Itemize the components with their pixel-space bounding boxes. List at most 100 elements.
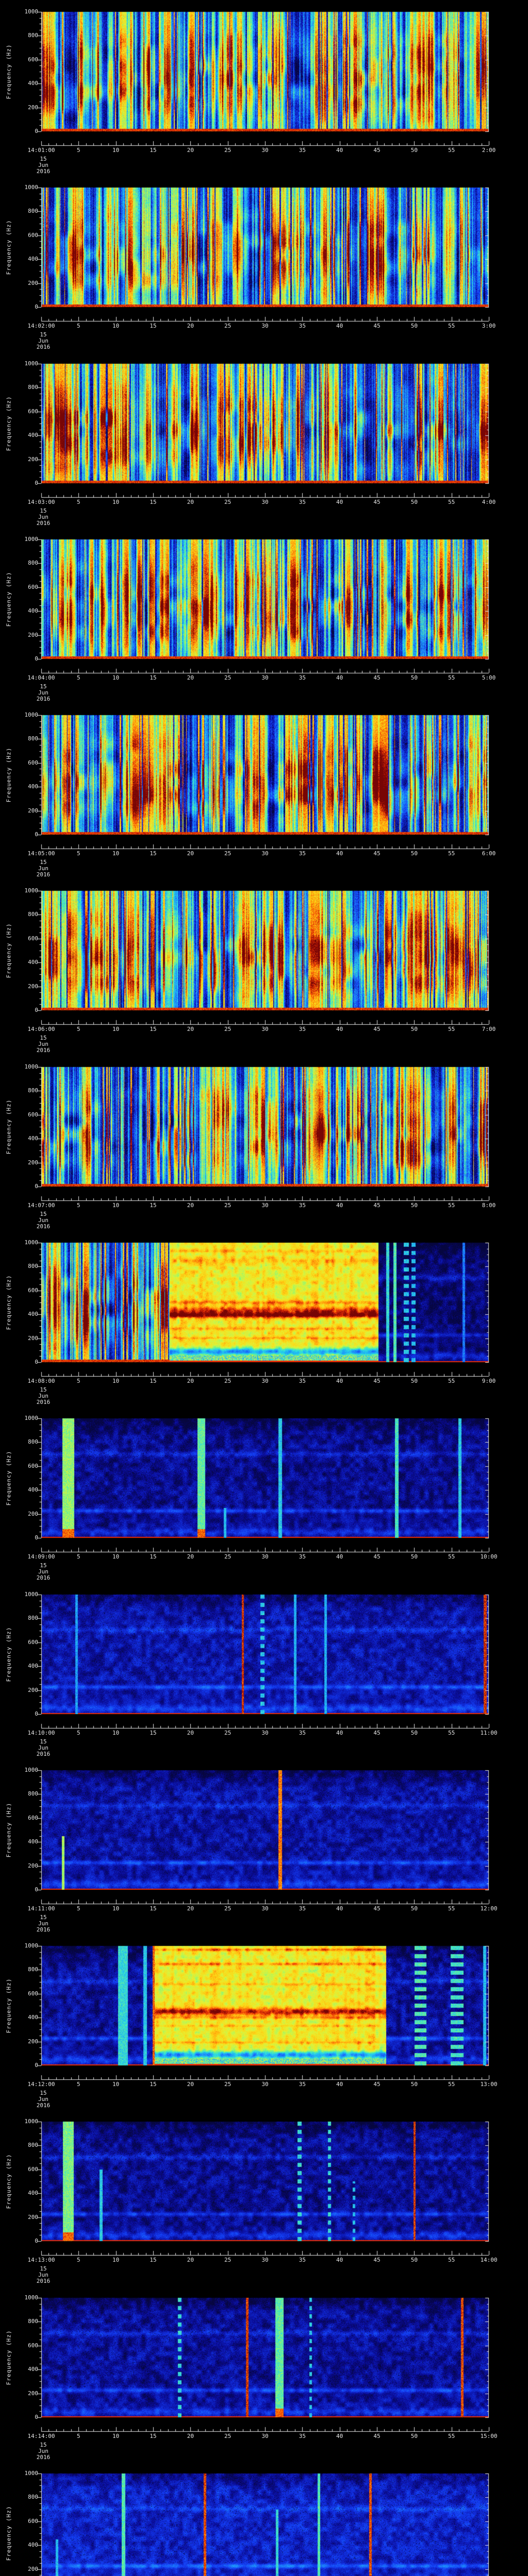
y-tick-label: 0 [35, 655, 38, 662]
x-tick-label: 10 [112, 1730, 120, 1736]
x-tick-label: 40 [336, 323, 343, 329]
x-start-time-label: 14:07:00 [27, 1202, 55, 1209]
x-start-time-label: 14:12:00 [27, 2081, 55, 2088]
y-tick-label: 1000 [24, 1063, 39, 1070]
x-tick-label: 15 [150, 1202, 157, 1209]
y-tick-label: 0 [35, 2238, 38, 2244]
x-tick-label: 25 [224, 2257, 232, 2263]
x-tick-label: 35 [299, 850, 306, 857]
y-tick-label: 600 [28, 935, 38, 942]
x-tick-label: 20 [187, 2257, 194, 2263]
spectrogram-panel: Frequency (Hz) 1000 800 600 400 200 0 14:13:0… [0, 2110, 528, 2286]
x-start-time-label: 14:02:00 [27, 323, 55, 329]
x-tick-label: 45 [373, 499, 381, 505]
x-tick-label: 15 [150, 1553, 157, 1560]
frequency-axis-title: Frequency (Hz) [5, 2505, 12, 2561]
x-tick-label: 25 [224, 323, 232, 329]
x-end-time-label: 12:00 [480, 1905, 498, 1912]
y-tick-label: 1000 [24, 1767, 39, 1773]
frequency-axis-title: Frequency (Hz) [5, 1802, 12, 1858]
x-end-time-label: 6:00 [482, 850, 496, 857]
x-tick-label: 55 [448, 2257, 455, 2263]
x-tick-label: 35 [299, 1026, 306, 1032]
x-tick-label: 35 [299, 147, 306, 154]
x-tick-label: 35 [299, 1730, 306, 1736]
x-tick-label: 10 [112, 2433, 120, 2439]
y-tick-label: 800 [28, 1087, 38, 1094]
x-tick-label: 50 [410, 674, 418, 681]
x-tick-label: 35 [299, 674, 306, 681]
y-tick-label: 0 [35, 1710, 38, 1717]
x-tick-label: 5 [77, 499, 80, 505]
date-line-label: 2016 [36, 2278, 51, 2284]
frequency-axis-title: Frequency (Hz) [5, 1450, 12, 1506]
x-tick-label: 55 [448, 323, 455, 329]
x-tick-label: 25 [224, 499, 232, 505]
x-tick-label: 45 [373, 2257, 381, 2263]
x-tick-label: 30 [261, 674, 269, 681]
x-tick-label: 35 [299, 499, 306, 505]
x-tick-label: 15 [150, 2081, 157, 2088]
x-tick-label: 30 [261, 1026, 269, 1032]
y-tick-label: 600 [28, 56, 38, 63]
x-tick-label: 20 [187, 850, 194, 857]
spectrogram-panel: Frequency (Hz) 1000 800 600 400 200 0 14:11:0… [0, 1758, 528, 1935]
x-tick-label: 15 [150, 850, 157, 857]
x-tick-label: 15 [150, 1730, 157, 1736]
x-start-time-label: 14:08:00 [27, 1378, 55, 1384]
x-tick-label: 20 [187, 323, 194, 329]
x-end-time-label: 14:00 [480, 2257, 498, 2263]
y-tick-label: 1000 [24, 8, 39, 15]
x-tick-label: 10 [112, 1553, 120, 1560]
x-tick-label: 35 [299, 1202, 306, 1209]
x-start-time-label: 14:10:00 [27, 1730, 55, 1736]
y-tick-label: 400 [28, 2014, 38, 2021]
x-tick-label: 10 [112, 1202, 120, 1209]
x-tick-label: 5 [77, 1905, 80, 1912]
x-start-time-label: 14:01:00 [27, 147, 55, 154]
x-tick-label: 35 [299, 1378, 306, 1384]
spectrogram-panel: Frequency (Hz) 1000 800 600 400 200 0 14:10:0… [0, 1583, 528, 1759]
y-tick-label: 800 [28, 2494, 38, 2501]
x-start-time-label: 14:11:00 [27, 1905, 55, 1912]
x-start-time-label: 14:13:00 [27, 2257, 55, 2263]
y-tick-label: 200 [28, 631, 38, 638]
x-tick-label: 5 [77, 2257, 80, 2263]
x-tick-label: 15 [150, 499, 157, 505]
spectrogram-panel: Frequency (Hz) 1000 800 600 400 200 0 14:03:0… [0, 352, 528, 528]
x-tick-label: 25 [224, 1378, 232, 1384]
y-tick-label: 0 [35, 128, 38, 134]
x-tick-label: 50 [410, 2081, 418, 2088]
x-tick-label: 50 [410, 2433, 418, 2439]
y-tick-label: 400 [28, 256, 38, 263]
x-tick-label: 50 [410, 1553, 418, 1560]
y-tick-label: 800 [28, 1263, 38, 1270]
y-tick-label: 0 [35, 2414, 38, 2420]
y-tick-label: 200 [28, 982, 38, 990]
x-tick-label: 40 [336, 1202, 343, 1209]
x-end-time-label: 11:00 [480, 1730, 498, 1736]
y-tick-label: 600 [28, 1111, 38, 1118]
y-tick-label: 400 [28, 1135, 38, 1142]
y-tick-label: 400 [28, 2541, 38, 2549]
y-tick-label: 600 [28, 408, 38, 415]
y-tick-label: 600 [28, 2517, 38, 2524]
x-start-time-label: 14:04:00 [27, 674, 55, 681]
x-start-time-label: 14:05:00 [27, 850, 55, 857]
y-tick-label: 400 [28, 1486, 38, 1494]
frequency-axis-title: Frequency (Hz) [5, 1275, 12, 1330]
y-tick-label: 200 [28, 2213, 38, 2221]
x-tick-label: 30 [261, 1730, 269, 1736]
x-tick-label: 40 [336, 2081, 343, 2088]
x-tick-label: 15 [150, 1905, 157, 1912]
x-tick-label: 5 [77, 1026, 80, 1032]
x-tick-label: 10 [112, 1378, 120, 1384]
y-tick-label: 200 [28, 2565, 38, 2572]
y-tick-label: 200 [28, 807, 38, 814]
date-line-label: 2016 [36, 1223, 51, 1230]
date-line-label: 2016 [36, 344, 51, 350]
frequency-axis-title: Frequency (Hz) [5, 923, 12, 978]
date-line-label: 2016 [36, 520, 51, 527]
frequency-axis-title: Frequency (Hz) [5, 219, 12, 275]
y-tick-label: 800 [28, 2318, 38, 2325]
